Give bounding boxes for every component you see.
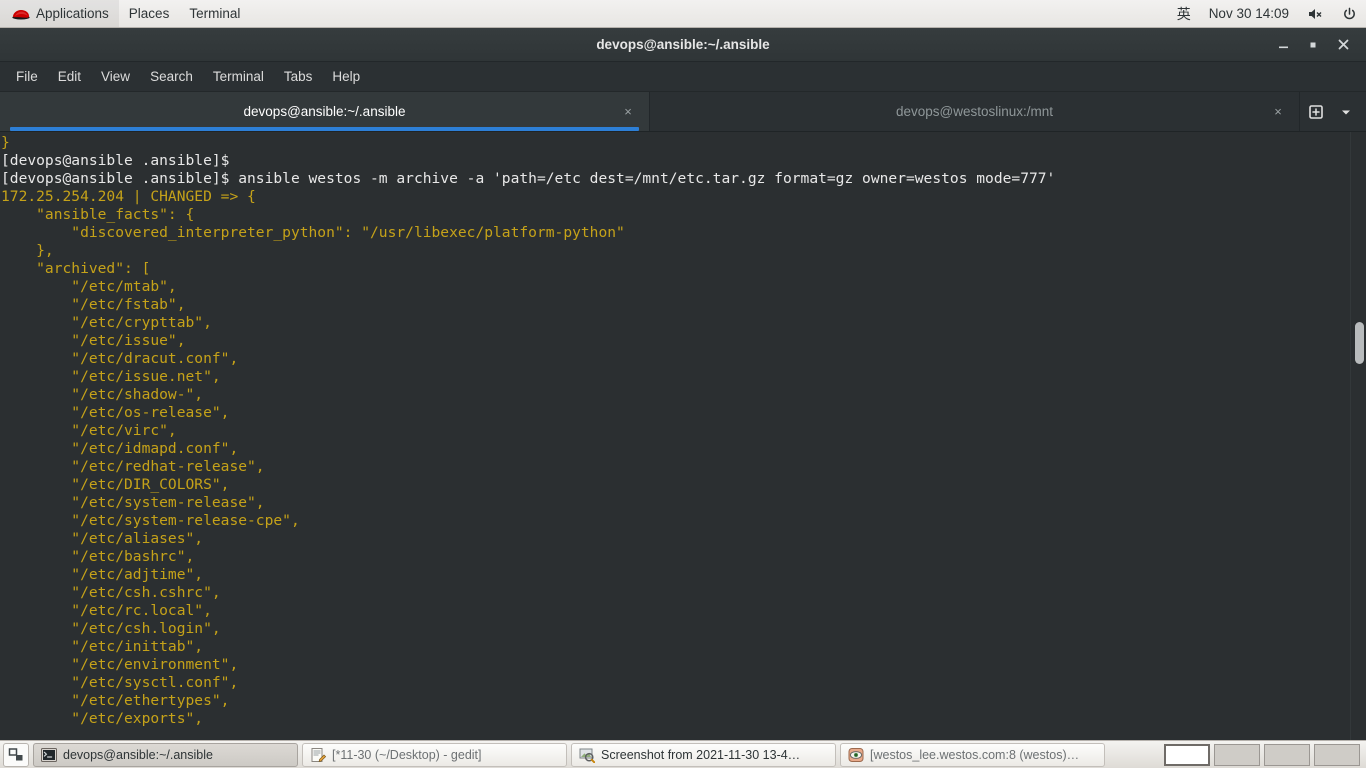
- input-method-indicator[interactable]: 英: [1168, 0, 1200, 27]
- ime-label: 英: [1176, 6, 1191, 23]
- task-screenshot-label: Screenshot from 2021-11-30 13-4…: [601, 747, 801, 762]
- terminal-output[interactable]: } [devops@ansible .ansible]$ [devops@ansib…: [0, 132, 1350, 740]
- terminal-line: }: [1, 134, 10, 151]
- terminal-line: "/etc/os-release",: [1, 404, 230, 421]
- maximize-icon[interactable]: [1298, 32, 1328, 58]
- tab-westoslinux-close-icon[interactable]: ×: [1269, 103, 1287, 121]
- terminal-line: "/etc/system-release-cpe",: [1, 512, 300, 529]
- places-menu-label: Places: [128, 6, 170, 21]
- gnome-top-panel: Applications Places Terminal 英 Nov 30 14…: [0, 0, 1366, 28]
- terminal-line: "/etc/adjtime",: [1, 566, 204, 583]
- menu-help[interactable]: Help: [322, 65, 370, 88]
- task-terminal-label: devops@ansible:~/.ansible: [63, 747, 213, 762]
- redhat-logo-icon: [10, 6, 32, 22]
- terminal-app-menu[interactable]: Terminal: [179, 0, 250, 27]
- close-icon[interactable]: [1328, 32, 1358, 58]
- workspace-1[interactable]: [1164, 743, 1210, 766]
- terminal-line: },: [1, 242, 54, 259]
- minimize-icon[interactable]: [1268, 32, 1298, 58]
- tab-bar: devops@ansible:~/.ansible × devops@westo…: [0, 92, 1366, 132]
- places-menu[interactable]: Places: [119, 0, 180, 27]
- terminal-line: "/etc/sysctl.conf",: [1, 674, 239, 691]
- volume-muted-icon[interactable]: [1298, 0, 1333, 27]
- terminal-line: "discovered_interpreter_python": "/usr/l…: [1, 224, 625, 241]
- terminal-line: "/etc/ethertypes",: [1, 692, 230, 709]
- gedit-icon: [310, 747, 327, 763]
- terminal-scrollbar[interactable]: [1350, 132, 1366, 740]
- terminal-line: "/etc/issue.net",: [1, 368, 221, 385]
- terminal-line: "/etc/redhat-release",: [1, 458, 265, 475]
- menubar: File Edit View Search Terminal Tabs Help: [0, 62, 1366, 92]
- terminal-line: [devops@ansible .ansible]$: [1, 152, 230, 169]
- terminal-line: "/etc/exports",: [1, 710, 204, 727]
- terminal-line: "/etc/shadow-",: [1, 386, 204, 403]
- task-vnc-label: [westos_lee.westos.com:8 (westos)…: [870, 747, 1080, 762]
- menu-tabs[interactable]: Tabs: [274, 65, 323, 88]
- chevron-down-icon[interactable]: [1332, 98, 1360, 126]
- tab-westoslinux[interactable]: devops@westoslinux:/mnt ×: [650, 92, 1300, 131]
- terminal-line: "/etc/idmapd.conf",: [1, 440, 239, 457]
- task-gedit[interactable]: [*11-30 (~/Desktop) - gedit]: [302, 742, 567, 767]
- workspace-switcher: [1164, 743, 1363, 766]
- terminal-viewport[interactable]: } [devops@ansible .ansible]$ [devops@ansib…: [0, 132, 1366, 740]
- menu-file[interactable]: File: [6, 65, 48, 88]
- terminal-line: "/etc/bashrc",: [1, 548, 195, 565]
- terminal-line: "/etc/csh.login",: [1, 620, 221, 637]
- image-viewer-icon: [579, 747, 596, 763]
- terminal-line: "/etc/dracut.conf",: [1, 350, 239, 367]
- terminal-icon: [41, 747, 57, 763]
- terminal-line: "/etc/fstab",: [1, 296, 186, 313]
- applications-menu-label: Applications: [36, 6, 109, 21]
- menu-terminal[interactable]: Terminal: [203, 65, 274, 88]
- clock-label: Nov 30 14:09: [1208, 6, 1289, 21]
- task-gedit-label: [*11-30 (~/Desktop) - gedit]: [332, 747, 482, 762]
- clock[interactable]: Nov 30 14:09: [1200, 0, 1298, 27]
- window-title: devops@ansible:~/.ansible: [596, 37, 770, 52]
- terminal-line: "ansible_facts": {: [1, 206, 195, 223]
- tab-westoslinux-label: devops@westoslinux:/mnt: [895, 104, 1054, 119]
- applications-menu[interactable]: Applications: [0, 0, 119, 27]
- terminal-line: "/etc/crypttab",: [1, 314, 212, 331]
- window-titlebar: devops@ansible:~/.ansible: [0, 28, 1366, 62]
- terminal-line: "/etc/DIR_COLORS",: [1, 476, 230, 493]
- terminal-line: "/etc/mtab",: [1, 278, 177, 295]
- power-icon[interactable]: [1333, 0, 1366, 27]
- workspace-2[interactable]: [1214, 743, 1260, 766]
- tab-ansible[interactable]: devops@ansible:~/.ansible ×: [0, 92, 650, 131]
- new-tab-icon[interactable]: [1302, 98, 1330, 126]
- workspace-4[interactable]: [1314, 743, 1360, 766]
- tab-ansible-label: devops@ansible:~/.ansible: [243, 104, 406, 119]
- terminal-window: devops@ansible:~/.ansible File Edit View…: [0, 28, 1366, 740]
- taskbar: devops@ansible:~/.ansible [*11-30 (~/Des…: [0, 740, 1366, 768]
- terminal-line: "/etc/system-release",: [1, 494, 265, 511]
- terminal-app-menu-label: Terminal: [189, 6, 241, 21]
- terminal-line: "archived": [: [1, 260, 151, 277]
- task-screenshot[interactable]: Screenshot from 2021-11-30 13-4…: [571, 742, 836, 767]
- terminal-line: "/etc/environment",: [1, 656, 239, 673]
- task-terminal[interactable]: devops@ansible:~/.ansible: [33, 742, 298, 767]
- vnc-viewer-icon: [848, 747, 864, 763]
- terminal-line: "/etc/csh.cshrc",: [1, 584, 221, 601]
- scrollbar-thumb[interactable]: [1355, 322, 1364, 364]
- workspace-3[interactable]: [1264, 743, 1310, 766]
- menu-search[interactable]: Search: [140, 65, 203, 88]
- menu-view[interactable]: View: [91, 65, 140, 88]
- terminal-line: [devops@ansible .ansible]$ ansible westo…: [1, 170, 1056, 187]
- tab-ansible-close-icon[interactable]: ×: [619, 103, 637, 121]
- terminal-line: "/etc/virc",: [1, 422, 177, 439]
- terminal-line: 172.25.254.204 | CHANGED => {: [1, 188, 256, 205]
- terminal-line: "/etc/rc.local",: [1, 602, 212, 619]
- show-desktop-icon[interactable]: [3, 742, 29, 767]
- terminal-line: "/etc/issue",: [1, 332, 186, 349]
- terminal-line: "/etc/aliases",: [1, 530, 204, 547]
- menu-edit[interactable]: Edit: [48, 65, 91, 88]
- task-vnc[interactable]: [westos_lee.westos.com:8 (westos)…: [840, 742, 1105, 767]
- terminal-line: "/etc/inittab",: [1, 638, 204, 655]
